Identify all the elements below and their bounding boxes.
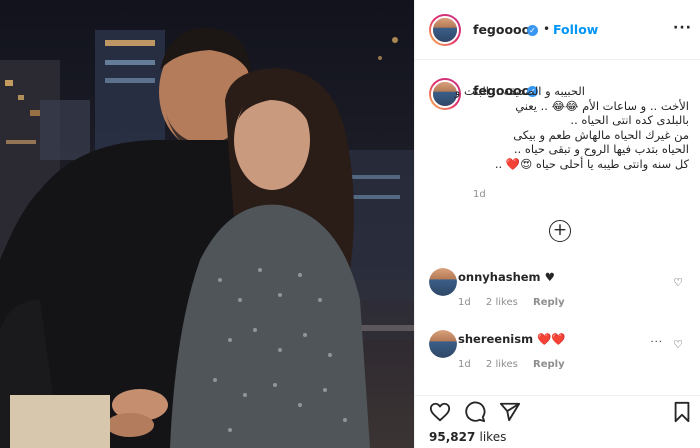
comment-item: shereenism ❤️❤️ 1d 2 likes Reply ··· ♡: [415, 330, 700, 378]
comment-icon[interactable]: [464, 401, 486, 423]
heart-icon[interactable]: [429, 401, 451, 423]
caption-line: من غيرك الحياه مالهاش طعم و بيكى: [513, 127, 689, 142]
comment-like-heart-icon[interactable]: ♡: [673, 276, 683, 289]
reply-button[interactable]: Reply: [533, 359, 565, 370]
post-actions: 95,827 likes: [415, 395, 700, 448]
reply-button[interactable]: Reply: [533, 297, 565, 308]
commenter-avatar[interactable]: [429, 330, 457, 358]
post-sidebar: fegoooo ✓ • Follow ··· fegoooo ✓ الحبيبه…: [414, 0, 700, 448]
author-username[interactable]: fegoooo: [473, 22, 530, 37]
header-separator: •: [543, 22, 551, 36]
plus-circle-icon[interactable]: +: [549, 220, 571, 242]
commenter-avatar[interactable]: [429, 268, 457, 296]
comment-likes[interactable]: 2 likes: [486, 297, 518, 308]
comment-time: 1d: [458, 297, 471, 308]
comment-meta: 1d 2 likes Reply: [458, 359, 577, 370]
caption-text: الحبيبه و الصديقه .. البنت و الأخت .. و …: [454, 84, 689, 171]
caption-line: كل سنه وانتى طيبه يا أحلى حياه 😍❤️ ..: [494, 156, 689, 171]
verified-icon: ✓: [527, 25, 538, 36]
caption-line: بالبلدى كده انتى الحياه ..: [570, 113, 689, 127]
post-photo[interactable]: [0, 0, 414, 448]
share-icon[interactable]: [499, 401, 521, 423]
caption-line: الحبيبه و الصديقه .. البنت و: [454, 84, 585, 98]
likes-number[interactable]: 95,827: [429, 430, 475, 444]
likes-label: likes: [479, 430, 507, 444]
likes-count[interactable]: 95,827 likes: [429, 430, 506, 444]
bookmark-icon[interactable]: [671, 401, 693, 423]
comment-username[interactable]: shereenism ❤️❤️: [458, 332, 566, 346]
comment-text: ❤️❤️: [537, 332, 566, 346]
more-options-button[interactable]: ···: [673, 20, 692, 36]
caption-line: الأخت .. و ساعات الأم 😂😂 .. يعني: [515, 98, 689, 113]
comment-username-text[interactable]: shereenism: [458, 332, 533, 346]
comment-item: onnyhashem ♥ 1d 2 likes Reply ♡: [415, 268, 700, 316]
comment-username-text[interactable]: onnyhashem: [458, 270, 541, 284]
comment-likes[interactable]: 2 likes: [486, 359, 518, 370]
photo-illustration: [0, 27, 414, 448]
caption-line: الحياه بتدب فيها الروح و تبقى حياه ..: [513, 142, 689, 156]
author-avatar[interactable]: [429, 14, 461, 46]
caption-time: 1d: [473, 189, 486, 200]
comment-text: ♥: [544, 270, 555, 284]
post-header: fegoooo ✓ • Follow ···: [415, 0, 700, 60]
follow-button[interactable]: Follow: [553, 22, 598, 37]
comment-time: 1d: [458, 359, 471, 370]
comment-more-button[interactable]: ···: [650, 337, 663, 348]
comment-meta: 1d 2 likes Reply: [458, 297, 577, 308]
comment-username[interactable]: onnyhashem ♥: [458, 270, 555, 284]
comment-like-heart-icon[interactable]: ♡: [673, 338, 683, 351]
